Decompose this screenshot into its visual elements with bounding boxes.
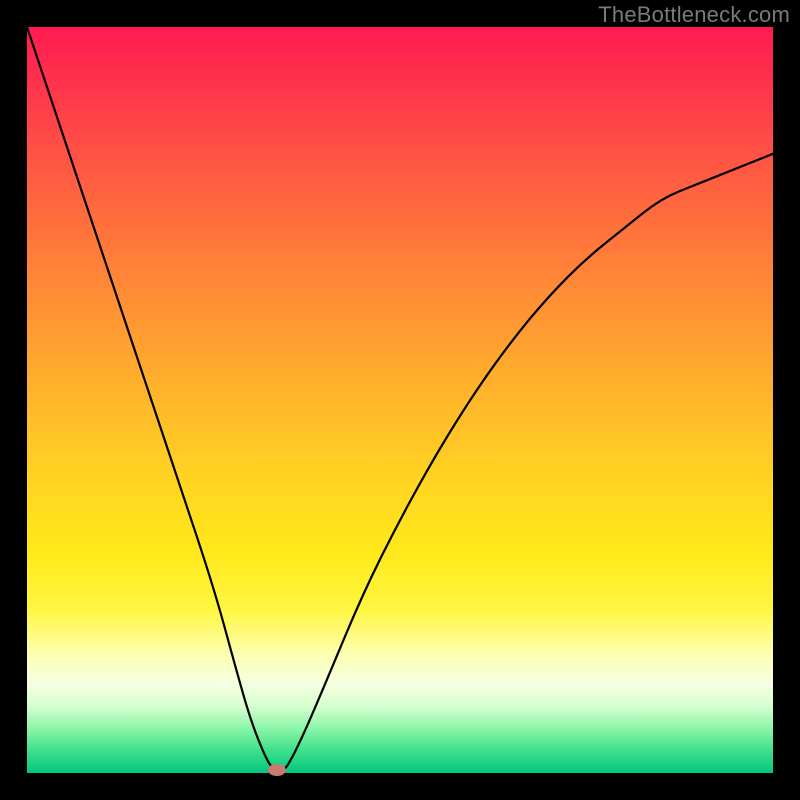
plot-area [27, 27, 773, 773]
minimum-marker [268, 764, 286, 776]
chart-svg [27, 27, 773, 773]
watermark-text: TheBottleneck.com [598, 2, 790, 28]
chart-frame: TheBottleneck.com [0, 0, 800, 800]
bottleneck-curve [27, 27, 773, 772]
